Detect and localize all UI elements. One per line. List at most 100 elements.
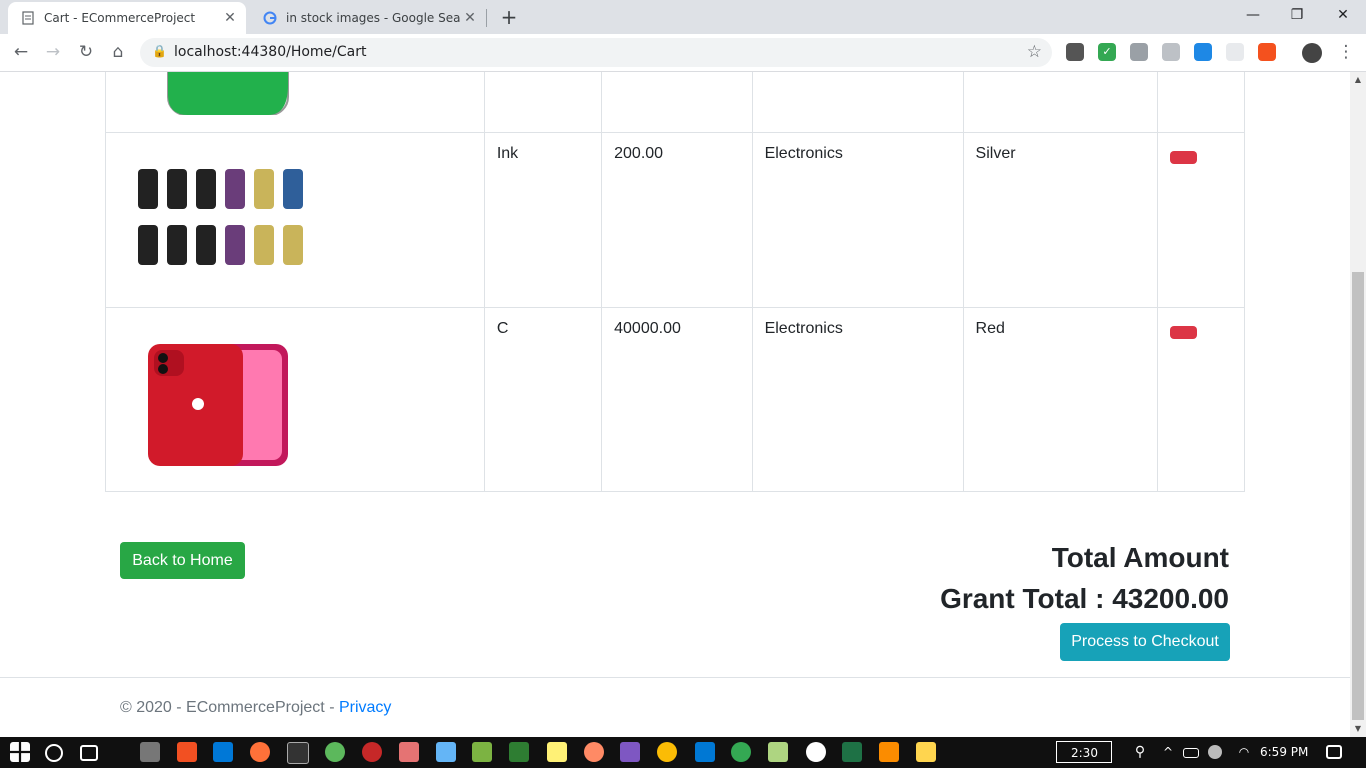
windows-taskbar: 2:30 ⚲ ^ ◠ 6:59 PM xyxy=(0,737,1366,768)
product-price-cell xyxy=(601,72,753,133)
xampp-icon[interactable] xyxy=(879,742,899,762)
scroll-up-arrow-icon[interactable]: ▲ xyxy=(1350,72,1366,88)
footer-copyright: © 2020 - ECommerceProject - xyxy=(120,699,339,716)
app-icon[interactable] xyxy=(731,742,751,762)
chevron-up-icon[interactable]: ^ xyxy=(1158,742,1178,762)
app-icon[interactable] xyxy=(584,742,604,762)
bookmark-star-icon[interactable]: ☆ xyxy=(1027,42,1042,62)
home-icon[interactable]: ⌂ xyxy=(106,40,130,64)
battery-icon[interactable] xyxy=(1183,748,1199,758)
back-arrow-icon[interactable]: ← xyxy=(9,40,33,64)
app-icon[interactable] xyxy=(547,742,567,762)
backpack-image xyxy=(167,72,289,116)
product-category-cell: Electronics xyxy=(751,132,964,308)
footer: © 2020 - ECommerceProject - Privacy xyxy=(120,699,391,717)
tab-strip: Cart - ECommerceProject ✕ in stock image… xyxy=(0,0,1366,34)
extension-icon[interactable] xyxy=(1162,43,1180,61)
chrome-icon[interactable] xyxy=(657,742,677,762)
tab-separator xyxy=(486,9,487,27)
cloud-icon[interactable] xyxy=(1208,745,1222,759)
product-name-cell: C xyxy=(483,307,603,492)
app-icon[interactable] xyxy=(177,742,197,762)
remove-button[interactable] xyxy=(1170,151,1198,164)
google-icon xyxy=(262,10,278,26)
action-cell xyxy=(1157,132,1245,308)
new-tab-icon[interactable]: + xyxy=(498,6,520,28)
red-phone-image xyxy=(148,344,288,466)
notifications-icon[interactable] xyxy=(1326,745,1342,759)
app-icon[interactable] xyxy=(509,742,529,762)
grant-total: Grant Total : 43200.00 xyxy=(940,583,1229,614)
minimize-icon[interactable]: — xyxy=(1230,0,1276,30)
visual-studio-icon[interactable] xyxy=(620,742,640,762)
lock-icon: 🔒 xyxy=(152,44,167,58)
address-bar[interactable]: 🔒 localhost:44380/Home/Cart ☆ xyxy=(140,38,1052,67)
product-image-cell xyxy=(105,72,485,133)
shield-extension-icon[interactable]: ✓ xyxy=(1098,43,1116,61)
browser-toolbar: ← → ↻ ⌂ 🔒 localhost:44380/Home/Cart ☆ ✓ … xyxy=(0,34,1366,72)
scroll-down-arrow-icon[interactable]: ▼ xyxy=(1350,721,1366,737)
extension-icon[interactable] xyxy=(1066,43,1084,61)
calculator-icon[interactable] xyxy=(140,742,160,762)
footer-divider xyxy=(0,677,1350,678)
profile-avatar[interactable] xyxy=(1302,43,1322,63)
tab-cart[interactable]: Cart - ECommerceProject ✕ xyxy=(8,2,246,34)
app-icon[interactable] xyxy=(436,742,456,762)
android-studio-icon[interactable] xyxy=(472,742,492,762)
globe-extension-icon[interactable] xyxy=(1194,43,1212,61)
tab-title: in stock images - Google Search xyxy=(286,11,460,25)
product-image-cell xyxy=(105,132,485,308)
search-icon[interactable] xyxy=(45,744,63,762)
back-to-home-button[interactable]: Back to Home xyxy=(120,542,245,579)
action-cell xyxy=(1157,307,1245,492)
task-view-icon[interactable] xyxy=(80,745,98,761)
extension-icon[interactable] xyxy=(1226,43,1244,61)
edge-icon[interactable] xyxy=(213,742,233,762)
close-tab-icon[interactable]: ✕ xyxy=(460,10,480,26)
firefox-icon[interactable] xyxy=(250,742,270,762)
taskbar-text-box[interactable]: 2:30 xyxy=(1056,741,1112,763)
total-amount-heading: Total Amount xyxy=(1051,542,1229,573)
product-name-cell xyxy=(483,72,603,133)
action-cell xyxy=(1157,72,1245,133)
page-icon xyxy=(20,10,36,26)
close-window-icon[interactable]: ✕ xyxy=(1320,0,1366,30)
app-icon[interactable] xyxy=(399,742,419,762)
terminal-icon[interactable] xyxy=(287,742,309,764)
table-row: C 40000.00 Electronics Red xyxy=(105,307,1245,492)
app-icon[interactable] xyxy=(768,742,788,762)
tab-title: Cart - ECommerceProject xyxy=(44,11,196,25)
app-icon[interactable] xyxy=(362,742,382,762)
cart-table: Ink 200.00 Electronics Silver C 40000.00… xyxy=(105,72,1245,492)
reload-icon[interactable]: ↻ xyxy=(74,40,98,64)
people-icon[interactable]: ⚲ xyxy=(1130,742,1150,762)
product-color-cell: Silver xyxy=(962,132,1159,308)
file-explorer-icon[interactable] xyxy=(916,742,936,762)
product-image-cell xyxy=(105,307,485,492)
url-text: localhost:44380/Home/Cart xyxy=(174,44,367,60)
checkout-button[interactable]: Process to Checkout xyxy=(1060,623,1230,661)
forward-arrow-icon[interactable]: → xyxy=(41,40,65,64)
utorrent-icon[interactable] xyxy=(325,742,345,762)
excel-icon[interactable] xyxy=(842,742,862,762)
privacy-link[interactable]: Privacy xyxy=(339,699,391,716)
tab-google-search[interactable]: in stock images - Google Search ✕ xyxy=(250,2,486,34)
product-price-cell: 40000.00 xyxy=(601,307,753,492)
app-icon[interactable] xyxy=(806,742,826,762)
table-row: Ink 200.00 Electronics Silver xyxy=(105,132,1245,308)
product-color-cell: Red xyxy=(962,307,1159,492)
wifi-icon[interactable]: ◠ xyxy=(1234,742,1254,762)
camera-extension-icon[interactable] xyxy=(1130,43,1148,61)
product-category-cell: Electronics xyxy=(751,307,964,492)
restore-icon[interactable]: ❐ xyxy=(1274,0,1320,30)
windows-start-icon[interactable] xyxy=(10,742,30,762)
scrollbar-thumb[interactable] xyxy=(1352,272,1364,720)
vscode-icon[interactable] xyxy=(695,742,715,762)
page-content: Ink 200.00 Electronics Silver C 40000.00… xyxy=(0,72,1350,737)
off-extension-icon[interactable] xyxy=(1258,43,1276,61)
menu-kebab-icon[interactable]: ⋮ xyxy=(1334,40,1358,64)
product-color-cell xyxy=(962,72,1159,133)
close-tab-icon[interactable]: ✕ xyxy=(220,10,240,26)
clock[interactable]: 6:59 PM xyxy=(1260,745,1308,759)
remove-button[interactable] xyxy=(1170,326,1198,339)
